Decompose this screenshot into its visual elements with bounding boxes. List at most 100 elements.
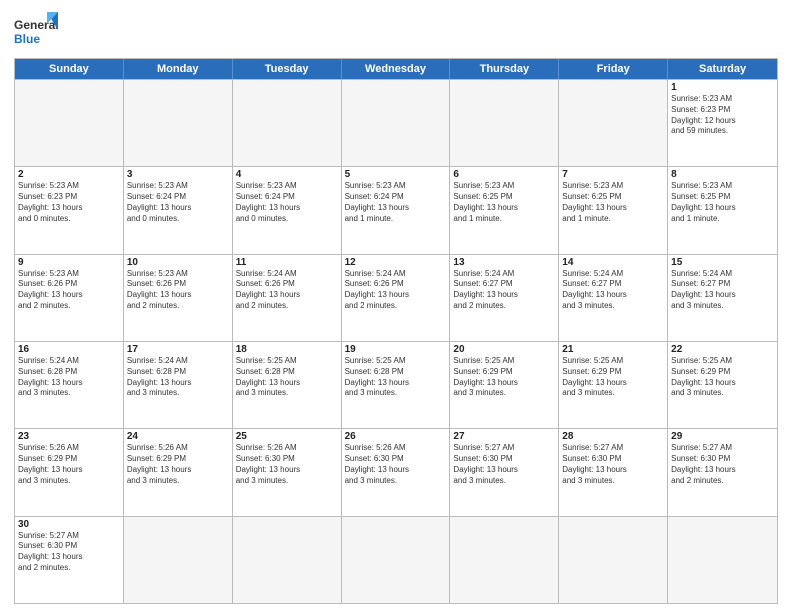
day-info: Sunrise: 5:24 AM Sunset: 6:27 PM Dayligh… [562,269,664,312]
header: General Blue [14,12,778,52]
calendar-row-5: 30Sunrise: 5:27 AM Sunset: 6:30 PM Dayli… [15,516,777,603]
day-number: 28 [562,431,664,442]
calendar-cell-r4-c2: 25Sunrise: 5:26 AM Sunset: 6:30 PM Dayli… [233,429,342,515]
calendar: SundayMondayTuesdayWednesdayThursdayFrid… [14,58,778,604]
calendar-cell-r3-c4: 20Sunrise: 5:25 AM Sunset: 6:29 PM Dayli… [450,342,559,428]
calendar-cell-r3-c5: 21Sunrise: 5:25 AM Sunset: 6:29 PM Dayli… [559,342,668,428]
calendar-cell-r1-c6: 8Sunrise: 5:23 AM Sunset: 6:25 PM Daylig… [668,167,777,253]
calendar-cell-r0-c1 [124,80,233,166]
calendar-row-0: 1Sunrise: 5:23 AM Sunset: 6:23 PM Daylig… [15,79,777,166]
day-info: Sunrise: 5:26 AM Sunset: 6:30 PM Dayligh… [345,443,447,486]
calendar-cell-r2-c5: 14Sunrise: 5:24 AM Sunset: 6:27 PM Dayli… [559,255,668,341]
day-number: 14 [562,257,664,268]
day-number: 5 [345,169,447,180]
calendar-cell-r5-c2 [233,517,342,603]
day-number: 19 [345,344,447,355]
day-number: 24 [127,431,229,442]
day-info: Sunrise: 5:26 AM Sunset: 6:29 PM Dayligh… [127,443,229,486]
calendar-cell-r0-c0 [15,80,124,166]
calendar-cell-r5-c5 [559,517,668,603]
day-number: 20 [453,344,555,355]
day-number: 22 [671,344,774,355]
calendar-cell-r0-c6: 1Sunrise: 5:23 AM Sunset: 6:23 PM Daylig… [668,80,777,166]
calendar-cell-r5-c4 [450,517,559,603]
day-number: 18 [236,344,338,355]
calendar-cell-r4-c4: 27Sunrise: 5:27 AM Sunset: 6:30 PM Dayli… [450,429,559,515]
calendar-cell-r4-c6: 29Sunrise: 5:27 AM Sunset: 6:30 PM Dayli… [668,429,777,515]
day-info: Sunrise: 5:27 AM Sunset: 6:30 PM Dayligh… [562,443,664,486]
day-info: Sunrise: 5:25 AM Sunset: 6:29 PM Dayligh… [562,356,664,399]
calendar-cell-r1-c2: 4Sunrise: 5:23 AM Sunset: 6:24 PM Daylig… [233,167,342,253]
calendar-cell-r3-c1: 17Sunrise: 5:24 AM Sunset: 6:28 PM Dayli… [124,342,233,428]
calendar-body: 1Sunrise: 5:23 AM Sunset: 6:23 PM Daylig… [15,79,777,603]
svg-text:General: General [14,18,58,32]
calendar-cell-r5-c6 [668,517,777,603]
day-info: Sunrise: 5:24 AM Sunset: 6:26 PM Dayligh… [345,269,447,312]
calendar-cell-r3-c3: 19Sunrise: 5:25 AM Sunset: 6:28 PM Dayli… [342,342,451,428]
day-info: Sunrise: 5:23 AM Sunset: 6:24 PM Dayligh… [345,181,447,224]
calendar-row-1: 2Sunrise: 5:23 AM Sunset: 6:23 PM Daylig… [15,166,777,253]
day-info: Sunrise: 5:25 AM Sunset: 6:28 PM Dayligh… [345,356,447,399]
day-info: Sunrise: 5:25 AM Sunset: 6:29 PM Dayligh… [453,356,555,399]
calendar-cell-r0-c5 [559,80,668,166]
svg-text:Blue: Blue [14,32,40,46]
day-number: 23 [18,431,120,442]
day-number: 27 [453,431,555,442]
weekday-header-saturday: Saturday [668,59,777,79]
weekday-header-monday: Monday [124,59,233,79]
day-number: 13 [453,257,555,268]
calendar-cell-r4-c3: 26Sunrise: 5:26 AM Sunset: 6:30 PM Dayli… [342,429,451,515]
calendar-cell-r4-c0: 23Sunrise: 5:26 AM Sunset: 6:29 PM Dayli… [15,429,124,515]
calendar-cell-r2-c2: 11Sunrise: 5:24 AM Sunset: 6:26 PM Dayli… [233,255,342,341]
day-number: 10 [127,257,229,268]
calendar-cell-r3-c0: 16Sunrise: 5:24 AM Sunset: 6:28 PM Dayli… [15,342,124,428]
calendar-header-row: SundayMondayTuesdayWednesdayThursdayFrid… [15,59,777,79]
day-number: 17 [127,344,229,355]
day-info: Sunrise: 5:24 AM Sunset: 6:27 PM Dayligh… [453,269,555,312]
day-number: 15 [671,257,774,268]
calendar-row-3: 16Sunrise: 5:24 AM Sunset: 6:28 PM Dayli… [15,341,777,428]
day-info: Sunrise: 5:25 AM Sunset: 6:29 PM Dayligh… [671,356,774,399]
weekday-header-sunday: Sunday [15,59,124,79]
day-info: Sunrise: 5:23 AM Sunset: 6:24 PM Dayligh… [127,181,229,224]
day-number: 12 [345,257,447,268]
day-number: 29 [671,431,774,442]
day-info: Sunrise: 5:24 AM Sunset: 6:28 PM Dayligh… [18,356,120,399]
day-number: 4 [236,169,338,180]
day-number: 8 [671,169,774,180]
page: General Blue SundayMondayTuesdayWednesda… [0,0,792,612]
day-number: 11 [236,257,338,268]
calendar-cell-r0-c2 [233,80,342,166]
weekday-header-tuesday: Tuesday [233,59,342,79]
calendar-cell-r0-c4 [450,80,559,166]
weekday-header-thursday: Thursday [450,59,559,79]
day-info: Sunrise: 5:27 AM Sunset: 6:30 PM Dayligh… [671,443,774,486]
day-info: Sunrise: 5:23 AM Sunset: 6:23 PM Dayligh… [18,181,120,224]
day-info: Sunrise: 5:27 AM Sunset: 6:30 PM Dayligh… [18,531,120,574]
day-number: 2 [18,169,120,180]
calendar-cell-r5-c3 [342,517,451,603]
day-number: 7 [562,169,664,180]
day-number: 6 [453,169,555,180]
day-info: Sunrise: 5:24 AM Sunset: 6:28 PM Dayligh… [127,356,229,399]
day-info: Sunrise: 5:24 AM Sunset: 6:27 PM Dayligh… [671,269,774,312]
weekday-header-wednesday: Wednesday [342,59,451,79]
day-number: 9 [18,257,120,268]
calendar-cell-r1-c3: 5Sunrise: 5:23 AM Sunset: 6:24 PM Daylig… [342,167,451,253]
calendar-row-2: 9Sunrise: 5:23 AM Sunset: 6:26 PM Daylig… [15,254,777,341]
day-info: Sunrise: 5:24 AM Sunset: 6:26 PM Dayligh… [236,269,338,312]
day-info: Sunrise: 5:23 AM Sunset: 6:25 PM Dayligh… [562,181,664,224]
calendar-cell-r4-c5: 28Sunrise: 5:27 AM Sunset: 6:30 PM Dayli… [559,429,668,515]
day-info: Sunrise: 5:26 AM Sunset: 6:30 PM Dayligh… [236,443,338,486]
calendar-cell-r1-c5: 7Sunrise: 5:23 AM Sunset: 6:25 PM Daylig… [559,167,668,253]
day-number: 25 [236,431,338,442]
calendar-cell-r3-c2: 18Sunrise: 5:25 AM Sunset: 6:28 PM Dayli… [233,342,342,428]
day-info: Sunrise: 5:23 AM Sunset: 6:25 PM Dayligh… [671,181,774,224]
calendar-cell-r1-c0: 2Sunrise: 5:23 AM Sunset: 6:23 PM Daylig… [15,167,124,253]
calendar-row-4: 23Sunrise: 5:26 AM Sunset: 6:29 PM Dayli… [15,428,777,515]
generalblue-logo-icon: General Blue [14,12,58,52]
calendar-cell-r5-c1 [124,517,233,603]
day-number: 26 [345,431,447,442]
day-info: Sunrise: 5:23 AM Sunset: 6:24 PM Dayligh… [236,181,338,224]
day-info: Sunrise: 5:26 AM Sunset: 6:29 PM Dayligh… [18,443,120,486]
